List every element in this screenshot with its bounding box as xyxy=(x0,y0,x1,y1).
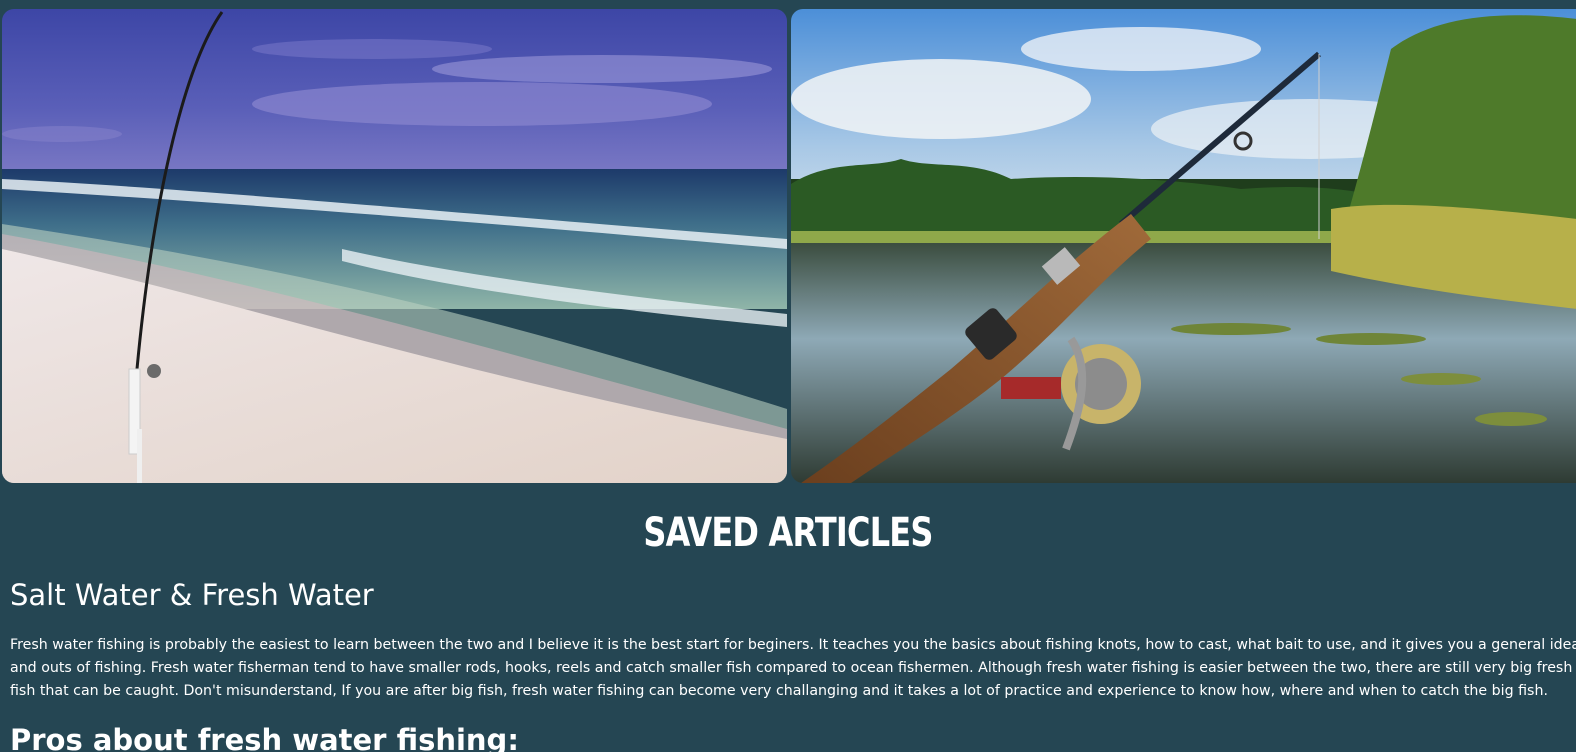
saved-articles-title: SAVED ARTICLES xyxy=(643,510,933,556)
lake-fishing-illustration xyxy=(791,9,1576,483)
article-body-line: fish that can be caught. Don't misunders… xyxy=(10,683,1548,699)
pros-heading: Pros about fresh water fishing: xyxy=(10,723,519,752)
hero-image-row xyxy=(2,9,1576,483)
article-heading: Salt Water & Fresh Water xyxy=(10,578,374,612)
lake-fishing-photo xyxy=(791,9,1576,483)
page: SAVED ARTICLES Salt Water & Fresh Water … xyxy=(0,0,1576,752)
beach-fishing-photo xyxy=(2,9,787,483)
article-body: Fresh water fishing is probably the easi… xyxy=(10,634,1576,703)
article-body-line: and outs of fishing. Fresh water fisherm… xyxy=(10,660,1576,676)
article-body-line: Fresh water fishing is probably the easi… xyxy=(10,637,1576,653)
beach-fishing-illustration xyxy=(2,9,787,483)
